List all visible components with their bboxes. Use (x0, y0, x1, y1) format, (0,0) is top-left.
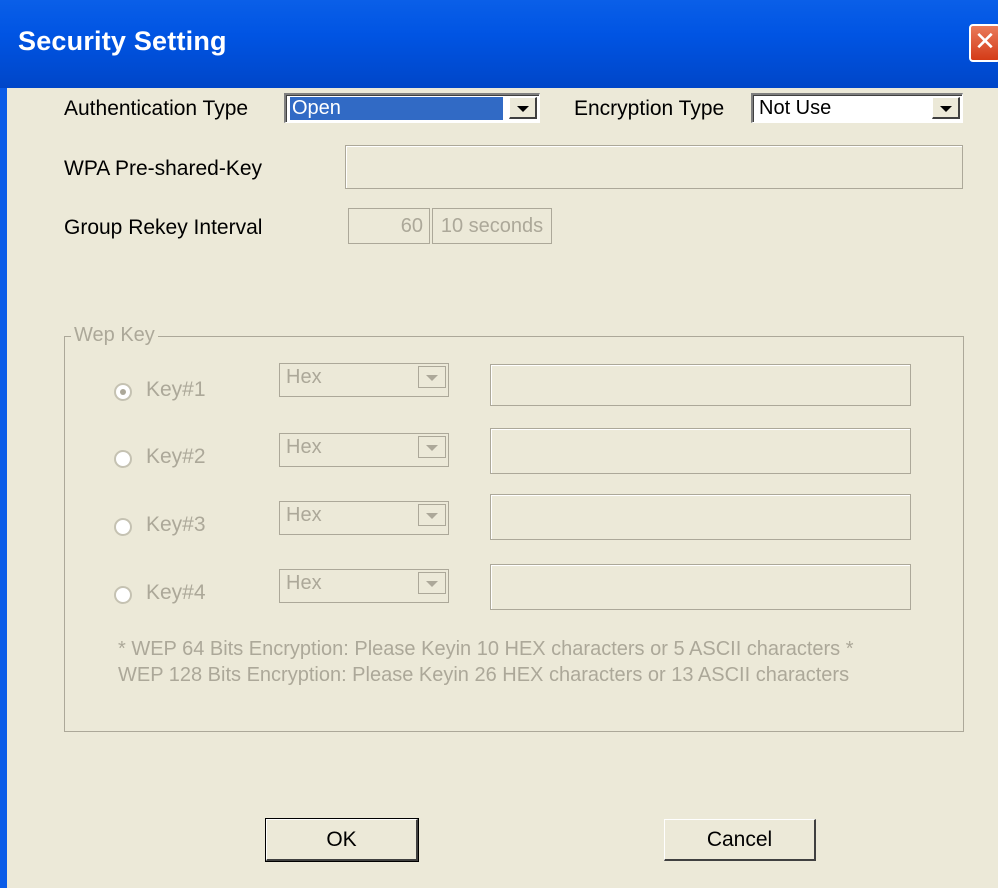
encryption-type-label: Encryption Type (574, 97, 725, 120)
dialog-title: Security Setting (18, 26, 227, 56)
wep-64-note: * WEP 64 Bits Encryption: Please Keyin 1… (118, 638, 854, 660)
key3-format-value: Hex (286, 504, 322, 526)
wpa-psk-label: WPA Pre-shared-Key (64, 157, 263, 180)
rekey-interval-value: 60 (400, 215, 423, 237)
group-rekey-label: Group Rekey Interval (64, 216, 263, 239)
key3-input[interactable] (490, 494, 911, 540)
key2-format-value: Hex (286, 436, 322, 458)
encryption-type-value: Not Use (759, 97, 832, 119)
key4-label: Key#4 (146, 581, 206, 604)
key1-radio[interactable] (114, 383, 132, 401)
security-setting-dialog: Security Setting ✕ Authentication Type O… (0, 0, 998, 888)
authentication-type-label: Authentication Type (64, 97, 249, 120)
dialog-content: Authentication Type Open Encryption Type… (0, 88, 998, 888)
chevron-down-icon[interactable] (509, 97, 537, 119)
wpa-psk-input[interactable] (345, 145, 963, 189)
key2-radio[interactable] (114, 450, 132, 468)
cancel-button[interactable]: Cancel (664, 819, 816, 861)
encryption-type-select[interactable]: Not Use (751, 93, 963, 123)
close-button[interactable]: ✕ (969, 24, 998, 62)
chevron-down-icon[interactable] (932, 97, 960, 119)
key1-format-value: Hex (286, 366, 322, 388)
title-bar[interactable]: Security Setting ✕ (0, 0, 998, 88)
authentication-type-select[interactable]: Open (284, 93, 540, 123)
key3-radio[interactable] (114, 518, 132, 536)
key1-format-select[interactable]: Hex (279, 363, 449, 397)
chevron-down-icon[interactable] (418, 436, 446, 458)
close-icon: ✕ (974, 27, 996, 57)
wep-key-legend: Wep Key (71, 324, 158, 347)
key2-input[interactable] (490, 428, 911, 474)
key3-label: Key#3 (146, 513, 206, 536)
key3-format-select[interactable]: Hex (279, 501, 449, 535)
key2-label: Key#2 (146, 445, 206, 468)
key4-format-select[interactable]: Hex (279, 569, 449, 603)
ok-button[interactable]: OK (265, 818, 419, 862)
key4-format-value: Hex (286, 572, 322, 594)
authentication-type-value: Open (290, 97, 503, 120)
chevron-down-icon[interactable] (418, 366, 446, 388)
key1-label: Key#1 (146, 378, 206, 401)
wep-128-note: WEP 128 Bits Encryption: Please Keyin 26… (118, 664, 850, 686)
chevron-down-icon[interactable] (418, 572, 446, 594)
rekey-interval-input[interactable]: 60 (348, 208, 430, 244)
rekey-unit-button[interactable]: 10 seconds (432, 208, 552, 244)
key4-input[interactable] (490, 564, 911, 610)
key2-format-select[interactable]: Hex (279, 433, 449, 467)
key1-input[interactable] (490, 364, 911, 406)
chevron-down-icon[interactable] (418, 504, 446, 526)
key4-radio[interactable] (114, 586, 132, 604)
